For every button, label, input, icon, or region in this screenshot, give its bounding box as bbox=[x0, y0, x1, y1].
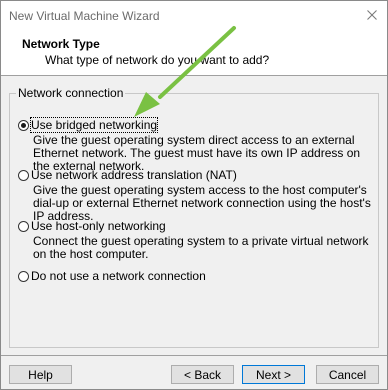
close-button[interactable] bbox=[361, 5, 383, 25]
radio-bridged[interactable]: Use bridged networking bbox=[18, 117, 378, 133]
radio-button-no-network[interactable] bbox=[18, 270, 29, 282]
option-bridged: Use bridged networking Give the guest op… bbox=[18, 117, 378, 173]
page-subtitle: What type of network do you want to add? bbox=[45, 53, 270, 67]
back-button[interactable]: < Back bbox=[171, 365, 234, 384]
help-button[interactable]: Help bbox=[9, 365, 72, 384]
radio-button-nat[interactable] bbox=[18, 169, 29, 181]
radio-host-only[interactable]: Use host-only networking bbox=[18, 218, 378, 234]
network-connection-group: Network connection Use bridged networkin… bbox=[9, 86, 379, 348]
radio-label-nat[interactable]: Use network address translation (NAT) bbox=[31, 168, 237, 182]
radio-button-bridged[interactable] bbox=[18, 119, 29, 131]
cancel-button[interactable]: Cancel bbox=[316, 365, 379, 384]
option-nat: Use network address translation (NAT) Gi… bbox=[18, 167, 378, 223]
page-title: Network Type bbox=[22, 37, 100, 51]
next-button[interactable]: Next > bbox=[242, 365, 305, 384]
radio-label-no-network[interactable]: Do not use a network connection bbox=[31, 269, 206, 283]
window-title: New Virtual Machine Wizard bbox=[9, 9, 160, 23]
option-no-network: Do not use a network connection bbox=[18, 268, 206, 284]
wizard-window: New Virtual Machine Wizard Network Type … bbox=[0, 0, 388, 390]
option-host-only: Use host-only networking Connect the gue… bbox=[18, 218, 378, 261]
radio-button-host-only[interactable] bbox=[18, 220, 29, 232]
footer-divider bbox=[1, 355, 387, 356]
group-legend: Network connection bbox=[18, 86, 124, 100]
radio-nat[interactable]: Use network address translation (NAT) bbox=[18, 167, 378, 183]
radio-no-network[interactable]: Do not use a network connection bbox=[18, 268, 206, 284]
title-bar: New Virtual Machine Wizard bbox=[1, 1, 387, 29]
radio-label-bridged[interactable]: Use bridged networking bbox=[29, 117, 159, 133]
option-description-host-only: Connect the guest operating system to a … bbox=[33, 234, 369, 261]
wizard-header: Network Type What type of network do you… bbox=[1, 29, 387, 76]
close-icon bbox=[367, 10, 377, 20]
radio-label-host-only[interactable]: Use host-only networking bbox=[31, 219, 166, 233]
